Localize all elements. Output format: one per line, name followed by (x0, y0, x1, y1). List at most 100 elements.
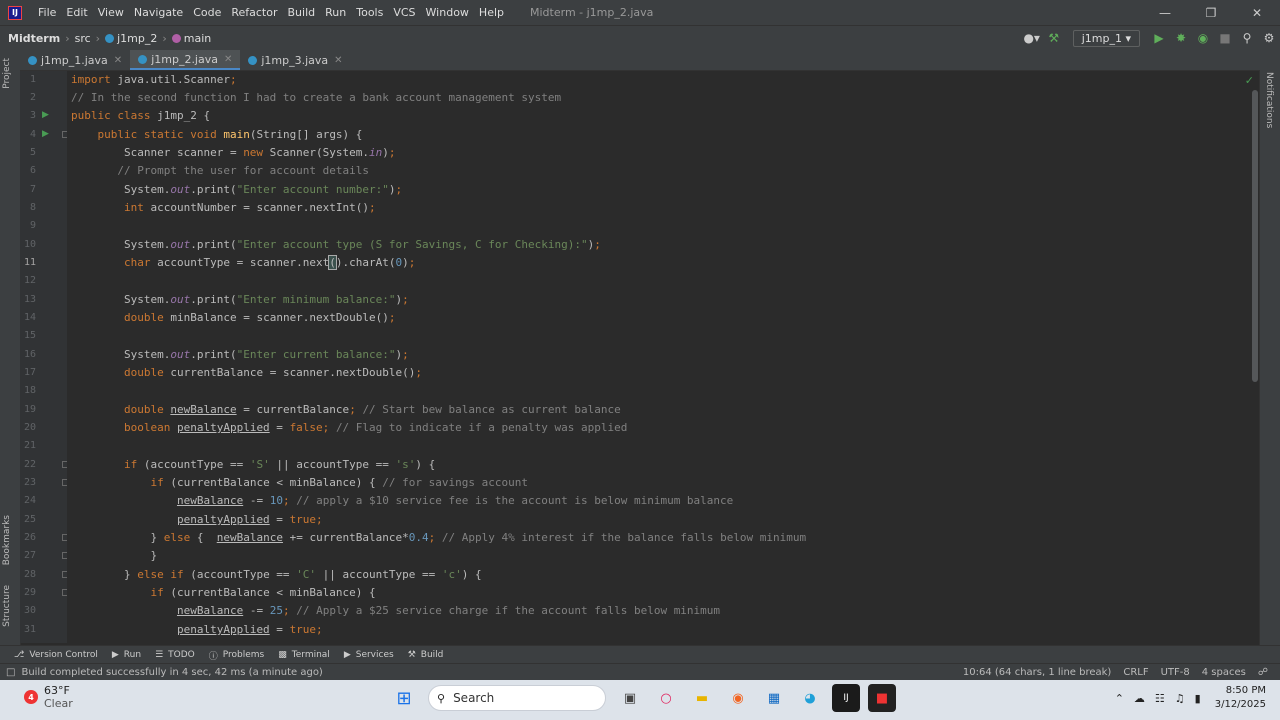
code-line[interactable]: Scanner scanner = new Scanner(System.in)… (71, 144, 396, 162)
tab-j1mp-1[interactable]: j1mp_1.java ✕ (20, 50, 130, 70)
run-tool[interactable]: ▶ Run (112, 650, 141, 660)
settings-gear-icon[interactable]: ⚙ (1258, 28, 1280, 48)
file-explorer-icon[interactable]: ▬ (688, 684, 716, 712)
code-line[interactable]: newBalance -= 25; // Apply a $25 service… (71, 602, 720, 620)
line-number[interactable]: 26 (20, 529, 36, 547)
caret-position[interactable]: 10:64 (64 chars, 1 line break) (963, 667, 1111, 678)
store-icon[interactable]: ▦ (760, 684, 788, 712)
code-line[interactable]: System.out.print("Enter account type (S … (71, 236, 601, 254)
code-line[interactable]: public static void main(String[] args) { (71, 126, 363, 144)
taskbar-search[interactable]: ⚲ Search (428, 685, 606, 711)
app-icon[interactable]: ◉ (724, 684, 752, 712)
code-line[interactable]: char accountType = scanner.next().charAt… (71, 254, 415, 272)
line-number[interactable]: 9 (20, 217, 36, 235)
line-number[interactable]: 29 (20, 584, 36, 602)
weather-widget[interactable]: 4 63°F Clear (24, 684, 73, 710)
code-line[interactable]: System.out.print("Enter minimum balance:… (71, 291, 409, 309)
bookmarks-tool-label[interactable]: Bookmarks (2, 515, 12, 565)
close-tab-icon[interactable]: ✕ (114, 55, 122, 66)
line-number[interactable]: 13 (20, 291, 36, 309)
wifi-icon[interactable]: ☷ (1155, 692, 1165, 705)
breadcrumb-project[interactable]: Midterm (8, 32, 60, 45)
terminal-tool[interactable]: ▩ Terminal (278, 650, 330, 660)
editor-scrollbar[interactable] (1252, 90, 1258, 382)
indent-setting[interactable]: 4 spaces (1202, 667, 1246, 678)
code-line[interactable] (71, 327, 78, 345)
tab-j1mp-2[interactable]: j1mp_2.java ✕ (130, 50, 241, 70)
opera-icon[interactable]: ○ (652, 684, 680, 712)
line-number[interactable]: 21 (20, 437, 36, 455)
line-number[interactable]: 16 (20, 346, 36, 364)
file-encoding[interactable]: UTF-8 (1161, 667, 1190, 678)
menu-edit[interactable]: Edit (66, 6, 87, 19)
battery-icon[interactable]: ▮ (1195, 692, 1201, 705)
code-line[interactable]: import java.util.Scanner; (71, 71, 237, 89)
line-number[interactable]: 1 (20, 71, 36, 89)
intellij-logo-icon[interactable]: IJ (8, 5, 22, 20)
build-tool[interactable]: ⚒ Build (408, 650, 444, 660)
code-line[interactable]: // Prompt the user for account details (71, 162, 369, 180)
code-editor[interactable]: import java.util.Scanner; // In the seco… (67, 71, 1253, 643)
code-line[interactable]: newBalance -= 10; // apply a $10 service… (71, 492, 733, 510)
line-number[interactable]: 18 (20, 382, 36, 400)
menu-code[interactable]: Code (193, 6, 221, 19)
code-line[interactable]: double currentBalance = scanner.nextDoub… (71, 364, 422, 382)
notifications-tool-label[interactable]: Notifications (1264, 72, 1274, 128)
code-line[interactable]: } else if (accountType == 'C' || account… (71, 566, 482, 584)
restore-icon[interactable]: ❐ (1188, 0, 1234, 25)
tab-j1mp-3[interactable]: j1mp_3.java ✕ (240, 50, 350, 70)
line-number[interactable]: 31 (20, 621, 36, 639)
run-gutter-icon[interactable]: ▶ (42, 129, 49, 139)
project-tool-label[interactable]: Project (2, 58, 12, 89)
code-line[interactable]: } (71, 547, 157, 565)
status-window-icon[interactable]: □ (6, 667, 15, 678)
breadcrumb-method[interactable]: main (184, 32, 211, 45)
todo-tool[interactable]: ☰ TODO (155, 650, 195, 660)
build-hammer-icon[interactable]: ⚒ (1043, 28, 1065, 48)
line-number[interactable]: 17 (20, 364, 36, 382)
clock[interactable]: 8:50 PM 3/12/2025 (1215, 684, 1266, 712)
line-separator[interactable]: CRLF (1123, 667, 1148, 678)
line-number[interactable]: 25 (20, 511, 36, 529)
close-tab-icon[interactable]: ✕ (334, 55, 342, 66)
stop-icon[interactable]: ■ (1214, 28, 1236, 48)
code-line[interactable]: System.out.print("Enter current balance:… (71, 346, 409, 364)
code-line[interactable]: } else { newBalance += currentBalance*0.… (71, 529, 806, 547)
code-line[interactable]: if (currentBalance < minBalance) { // fo… (71, 474, 528, 492)
code-line[interactable] (71, 437, 78, 455)
chevron-up-icon[interactable]: ⌃ (1115, 692, 1124, 705)
breadcrumb-folder[interactable]: src (75, 32, 91, 45)
line-number[interactable]: 2 (20, 89, 36, 107)
volume-icon[interactable]: ♫ (1175, 692, 1185, 705)
menu-file[interactable]: File (38, 6, 56, 19)
close-tab-icon[interactable]: ✕ (224, 54, 232, 65)
cloud-icon[interactable]: ☁ (1134, 692, 1145, 705)
run-icon[interactable]: ▶ (1148, 28, 1170, 48)
line-number[interactable]: 11 (20, 254, 36, 272)
status-message[interactable]: Build completed successfully in 4 sec, 4… (21, 667, 322, 678)
menu-help[interactable]: Help (479, 6, 504, 19)
line-number[interactable]: 30 (20, 602, 36, 620)
line-number[interactable]: 6 (20, 162, 36, 180)
close-icon[interactable]: ✕ (1234, 0, 1280, 25)
line-number[interactable]: 5 (20, 144, 36, 162)
breadcrumb-file[interactable]: j1mp_2 (117, 32, 157, 45)
minimize-icon[interactable]: — (1142, 0, 1188, 25)
line-number[interactable]: 20 (20, 419, 36, 437)
version-control-tool[interactable]: ⎇ Version Control (14, 650, 98, 660)
line-number[interactable]: 28 (20, 566, 36, 584)
line-number[interactable]: 12 (20, 272, 36, 290)
menu-build[interactable]: Build (288, 6, 316, 19)
code-line[interactable]: public class j1mp_2 { (71, 107, 210, 125)
line-number[interactable]: 3 (20, 107, 36, 125)
menu-vcs[interactable]: VCS (393, 6, 415, 19)
user-icon[interactable]: ●▾ (1021, 28, 1043, 48)
line-number[interactable]: 8 (20, 199, 36, 217)
search-icon[interactable]: ⚲ (1236, 28, 1258, 48)
windows-start-icon[interactable]: ⊞ (390, 684, 418, 712)
menu-refactor[interactable]: Refactor (231, 6, 277, 19)
run-gutter-icon[interactable]: ▶ (42, 110, 49, 120)
code-line[interactable]: boolean penaltyApplied = false; // Flag … (71, 419, 627, 437)
code-line[interactable]: if (currentBalance < minBalance) { (71, 584, 375, 602)
lock-icon[interactable]: ☍ (1258, 667, 1268, 678)
